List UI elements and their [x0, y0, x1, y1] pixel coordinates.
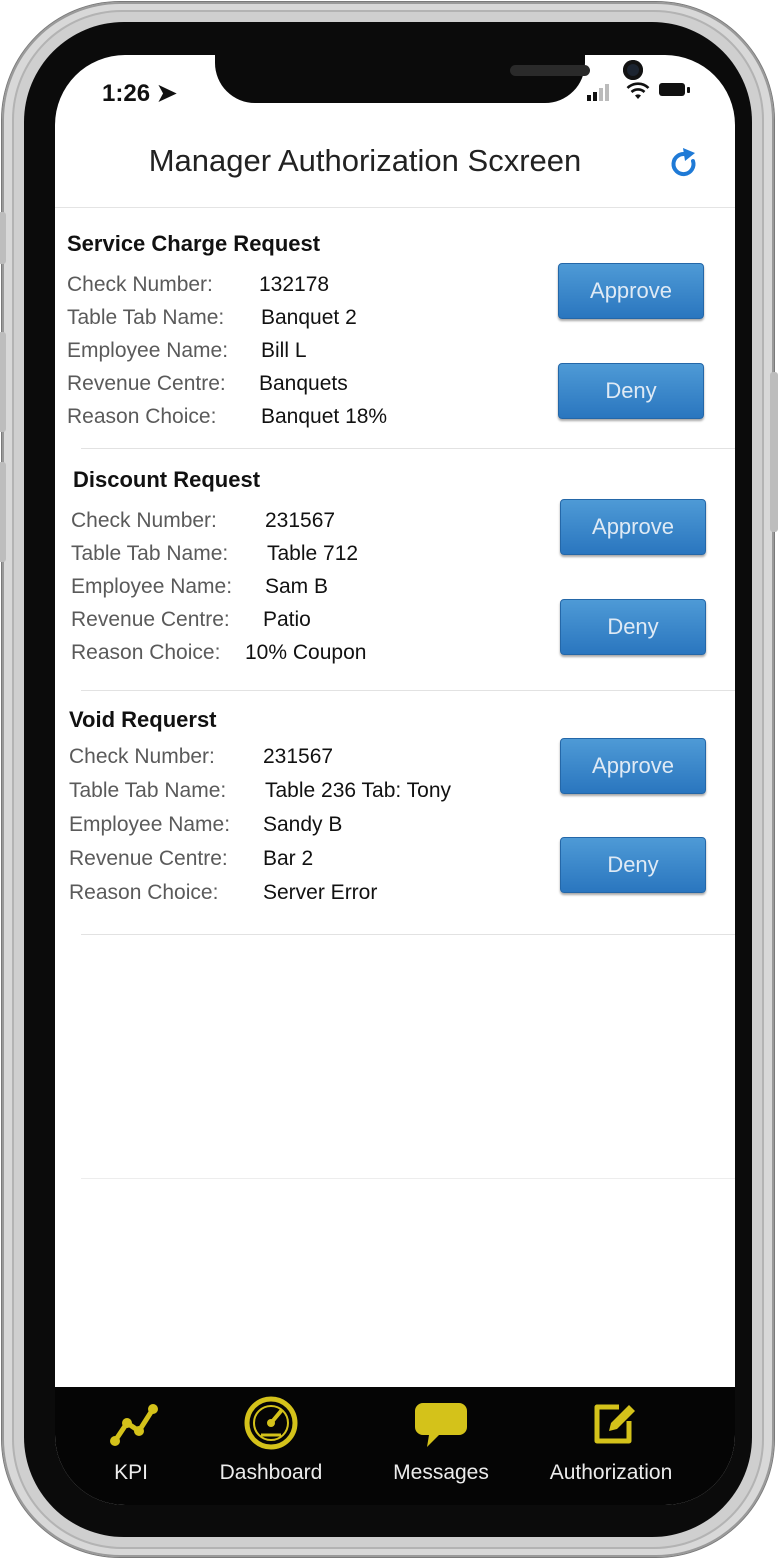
field-value: 231567 [265, 509, 336, 532]
field-label: Check Number: [71, 509, 217, 532]
field-value: Bill L [261, 339, 307, 362]
field-revenue-centre: Revenue Centre: Patio [71, 608, 311, 632]
tab-label: Authorization [549, 1461, 673, 1484]
tab-authorization[interactable]: Authorization [521, 1387, 701, 1505]
request-title: Void Requerst [69, 707, 217, 732]
field-reason-choice: Reason Choice: 10% Coupon [71, 641, 366, 665]
volume-up-button [0, 332, 6, 432]
field-reason-choice: Reason Choice: Banquet 18% [67, 405, 387, 429]
nav-divider [55, 207, 735, 208]
tab-bar: KPI Dashboard Messages Authorization [55, 1387, 735, 1505]
field-value: Table 712 [267, 542, 359, 565]
deny-button[interactable]: Deny [560, 837, 706, 893]
app-screen: 1:26 ➤ Manager Authorization Scxreen Ser… [55, 55, 735, 1505]
request-title: Service Charge Request [67, 231, 321, 256]
field-label: Employee Name: [69, 813, 231, 836]
signal-icon-bar [593, 92, 597, 101]
field-table-tab-name: Table Tab Name: Table 236 Tab: Tony [69, 779, 451, 803]
tab-dashboard[interactable]: Dashboard [181, 1387, 361, 1505]
approve-button[interactable]: Approve [560, 738, 706, 794]
field-check-number: Check Number: 132178 [67, 273, 329, 297]
line-chart-icon [110, 1404, 158, 1446]
tab-label: Messages [393, 1461, 489, 1484]
field-label: Revenue Centre: [69, 847, 228, 870]
approve-button[interactable]: Approve [560, 499, 706, 555]
speech-bubble-icon [415, 1403, 467, 1447]
field-value: 231567 [263, 745, 334, 768]
wifi-icon [626, 82, 650, 99]
field-label: Table Tab Name: [69, 779, 227, 802]
field-table-tab-name: Table Tab Name: Banquet 2 [67, 306, 357, 330]
status-icons [587, 81, 707, 101]
battery-icon [659, 83, 685, 96]
volume-down-button [0, 462, 6, 562]
gauge-icon [244, 1396, 298, 1450]
field-label: Table Tab Name: [71, 542, 229, 565]
field-value: Banquets [259, 372, 348, 395]
field-value: 132178 [259, 273, 330, 296]
tab-messages[interactable]: Messages [351, 1387, 531, 1505]
field-value: Table 236 Tab: Tony [265, 779, 452, 802]
section-divider [81, 1178, 735, 1179]
tab-label: Dashboard [219, 1461, 323, 1484]
status-time: 1:26 ➤ [102, 80, 177, 107]
field-value: Server Error [263, 881, 378, 904]
section-divider [81, 448, 735, 449]
field-label: Reason Choice: [71, 641, 221, 664]
field-value: Sandy B [263, 813, 343, 836]
field-revenue-centre: Revenue Centre: Banquets [67, 372, 348, 396]
field-value: 10% Coupon [245, 641, 367, 664]
notch [215, 55, 643, 103]
signal-icon-bar [605, 84, 609, 101]
field-value: Sam B [265, 575, 329, 598]
battery-tip [687, 87, 690, 93]
field-label: Reason Choice: [69, 881, 219, 904]
power-button [770, 372, 778, 532]
speaker [510, 65, 590, 76]
deny-button[interactable]: Deny [558, 363, 704, 419]
deny-button[interactable]: Deny [560, 599, 706, 655]
mute-switch [0, 212, 6, 264]
approve-button[interactable]: Approve [558, 263, 704, 319]
field-check-number: Check Number: 231567 [69, 745, 333, 769]
field-employee-name: Employee Name: Sandy B [69, 813, 342, 837]
field-label: Employee Name: [71, 575, 233, 598]
field-label: Revenue Centre: [71, 608, 230, 631]
field-value: Patio [263, 608, 311, 631]
signal-icon-bar [599, 88, 603, 101]
section-divider [81, 690, 735, 691]
signal-icon [587, 95, 591, 101]
field-check-number: Check Number: 231567 [71, 509, 335, 533]
field-label: Employee Name: [67, 339, 229, 362]
field-label: Check Number: [67, 273, 213, 296]
field-label: Revenue Centre: [67, 372, 226, 395]
page-title: Manager Authorization Scxreen [148, 143, 582, 178]
field-revenue-centre: Revenue Centre: Bar 2 [69, 847, 313, 871]
field-employee-name: Employee Name: Bill L [67, 339, 307, 363]
field-label: Reason Choice: [67, 405, 217, 428]
field-value: Banquet 2 [261, 306, 357, 329]
section-divider [81, 934, 735, 935]
refresh-icon[interactable] [667, 147, 701, 181]
field-table-tab-name: Table Tab Name: Table 712 [71, 542, 358, 566]
edit-icon [594, 1404, 635, 1444]
request-title: Discount Request [73, 467, 261, 492]
front-camera [623, 60, 643, 80]
field-label: Table Tab Name: [67, 306, 225, 329]
field-employee-name: Employee Name: Sam B [71, 575, 328, 599]
field-value: Banquet 18% [261, 405, 388, 428]
field-label: Check Number: [69, 745, 215, 768]
field-value: Bar 2 [263, 847, 314, 870]
field-reason-choice: Reason Choice: Server Error [69, 881, 377, 905]
